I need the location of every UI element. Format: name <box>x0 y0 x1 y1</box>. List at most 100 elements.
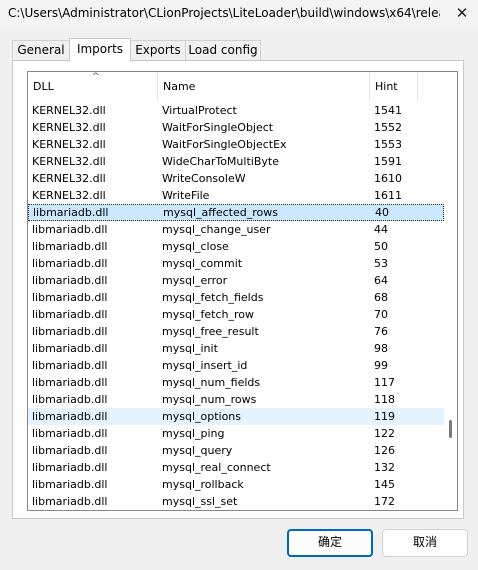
table-row[interactable]: libmariadb.dll mysql_init 98 <box>28 340 444 357</box>
table-row[interactable]: libmariadb.dll mysql_commit 53 <box>28 255 444 272</box>
table-row[interactable]: libmariadb.dll mysql_insert_id 99 <box>28 357 444 374</box>
cell-name: mysql_commit <box>162 257 243 270</box>
table-row[interactable]: libmariadb.dll mysql_ssl_set 172 <box>28 493 444 510</box>
cell-hint: 44 <box>374 223 388 236</box>
cell-name: VirtualProtect <box>162 104 237 117</box>
table-row[interactable]: KERNEL32.dll WaitForSingleObject 1552 <box>28 119 444 136</box>
cell-hint: 50 <box>374 240 388 253</box>
cell-hint: 132 <box>374 461 395 474</box>
cell-name: mysql_real_connect <box>162 461 271 474</box>
cell-name: mysql_num_rows <box>162 393 257 406</box>
cell-hint: 172 <box>374 495 395 508</box>
table-row[interactable]: libmariadb.dll mysql_ping 122 <box>28 425 444 442</box>
cell-dll: KERNEL32.dll <box>32 121 106 134</box>
cell-dll: libmariadb.dll <box>32 461 108 474</box>
column-header-name-label: Name <box>163 80 196 93</box>
cell-hint: 1611 <box>374 189 402 202</box>
cell-name: mysql_insert_id <box>162 359 248 372</box>
cell-name: mysql_init <box>162 342 218 355</box>
table-row[interactable]: libmariadb.dll mysql_error 64 <box>28 272 444 289</box>
vertical-scrollbar[interactable] <box>444 100 457 510</box>
cell-dll: libmariadb.dll <box>32 240 108 253</box>
window-title: C:\Users\Administrator\CLionProjects\Lit… <box>8 6 440 20</box>
imports-panel: DLL ^ Name Hint KERNEL32.dll VirtualProte… <box>12 60 464 519</box>
table-row[interactable]: libmariadb.dll mysql_num_rows 118 <box>28 391 444 408</box>
table-row[interactable]: KERNEL32.dll WaitForSingleObjectEx 1553 <box>28 136 444 153</box>
cell-name: WaitForSingleObject <box>162 121 274 134</box>
ok-button[interactable]: 确定 <box>287 529 373 557</box>
cell-hint: 122 <box>374 427 395 440</box>
sort-ascending-icon: ^ <box>92 72 100 82</box>
table-row[interactable]: KERNEL32.dll WriteConsoleW 1610 <box>28 170 444 187</box>
cell-name: mysql_options <box>162 410 242 423</box>
cell-hint: 1553 <box>374 138 402 151</box>
table-row[interactable]: libmariadb.dll mysql_rollback 145 <box>28 476 444 493</box>
cell-dll: libmariadb.dll <box>32 274 108 287</box>
cell-name: mysql_fetch_fields <box>162 291 264 304</box>
column-header-name[interactable]: Name <box>158 72 370 100</box>
table-row[interactable]: libmariadb.dll mysql_fetch_fields 68 <box>28 289 444 306</box>
cell-dll: libmariadb.dll <box>32 342 108 355</box>
tab-strip: General Imports Exports Load config <box>12 38 472 62</box>
cell-hint: 119 <box>374 410 395 423</box>
tab-load-config[interactable]: Load config <box>185 40 261 60</box>
cell-name: mysql_num_fields <box>162 376 261 389</box>
cell-dll: libmariadb.dll <box>32 308 108 321</box>
table-row[interactable]: libmariadb.dll mysql_free_result 76 <box>28 323 444 340</box>
title-bar: C:\Users\Administrator\CLionProjects\Lit… <box>0 0 478 28</box>
cell-name: mysql_fetch_row <box>162 308 254 321</box>
column-header-hint-label: Hint <box>375 80 398 93</box>
cell-dll: KERNEL32.dll <box>32 104 106 117</box>
cell-name: mysql_error <box>162 274 228 287</box>
cell-hint: 70 <box>374 308 388 321</box>
cell-hint: 1610 <box>374 172 402 185</box>
table-row[interactable]: libmariadb.dll mysql_affected_rows 40 <box>28 204 444 221</box>
tab-general[interactable]: General <box>12 40 70 60</box>
table-row[interactable]: libmariadb.dll mysql_change_user 44 <box>28 221 444 238</box>
column-header-dll[interactable]: DLL ^ <box>28 72 158 100</box>
cell-hint: 53 <box>374 257 388 270</box>
cell-dll: libmariadb.dll <box>32 325 108 338</box>
list-header: DLL ^ Name Hint <box>28 72 457 100</box>
tab-imports[interactable]: Imports <box>69 38 131 62</box>
cell-name: WriteFile <box>162 189 210 202</box>
cell-dll: libmariadb.dll <box>32 376 108 389</box>
tab-exports[interactable]: Exports <box>130 40 186 60</box>
table-row[interactable]: libmariadb.dll mysql_num_fields 117 <box>28 374 444 391</box>
column-header-dll-label: DLL <box>33 80 54 93</box>
cell-hint: 118 <box>374 393 395 406</box>
cell-name: WideCharToMultiByte <box>162 155 279 168</box>
cell-hint: 1552 <box>374 121 402 134</box>
table-row[interactable]: libmariadb.dll mysql_fetch_row 70 <box>28 306 444 323</box>
table-row[interactable]: KERNEL32.dll WriteFile 1611 <box>28 187 444 204</box>
cell-name: mysql_rollback <box>162 478 244 491</box>
cell-dll: libmariadb.dll <box>33 206 109 219</box>
cell-hint: 117 <box>374 376 395 389</box>
cancel-button[interactable]: 取消 <box>382 529 468 557</box>
cell-dll: libmariadb.dll <box>32 427 108 440</box>
cell-dll: libmariadb.dll <box>32 223 108 236</box>
table-row[interactable]: libmariadb.dll mysql_query 126 <box>28 442 444 459</box>
table-row[interactable]: libmariadb.dll mysql_close 50 <box>28 238 444 255</box>
imports-list[interactable]: DLL ^ Name Hint KERNEL32.dll VirtualProte… <box>27 71 458 511</box>
column-header-hint[interactable]: Hint <box>370 72 418 100</box>
table-row[interactable]: libmariadb.dll mysql_real_connect 132 <box>28 459 444 476</box>
cell-name: WaitForSingleObjectEx <box>162 138 287 151</box>
cell-dll: KERNEL32.dll <box>32 155 106 168</box>
table-row[interactable]: libmariadb.dll mysql_options 119 <box>28 408 444 425</box>
scrollbar-thumb[interactable] <box>449 420 452 438</box>
cell-hint: 40 <box>375 206 389 219</box>
cell-name: mysql_query <box>162 444 233 457</box>
table-row[interactable]: KERNEL32.dll WideCharToMultiByte 1591 <box>28 153 444 170</box>
cell-dll: libmariadb.dll <box>32 410 108 423</box>
cell-dll: KERNEL32.dll <box>32 189 106 202</box>
close-icon[interactable]: ✕ <box>446 0 478 28</box>
cell-name: mysql_close <box>162 240 229 253</box>
cell-name: mysql_affected_rows <box>163 206 278 219</box>
cell-name: mysql_ssl_set <box>162 495 238 508</box>
cell-dll: libmariadb.dll <box>32 444 108 457</box>
cell-hint: 126 <box>374 444 395 457</box>
table-row[interactable]: KERNEL32.dll VirtualProtect 1541 <box>28 102 444 119</box>
cell-dll: libmariadb.dll <box>32 291 108 304</box>
cell-dll: libmariadb.dll <box>32 478 108 491</box>
